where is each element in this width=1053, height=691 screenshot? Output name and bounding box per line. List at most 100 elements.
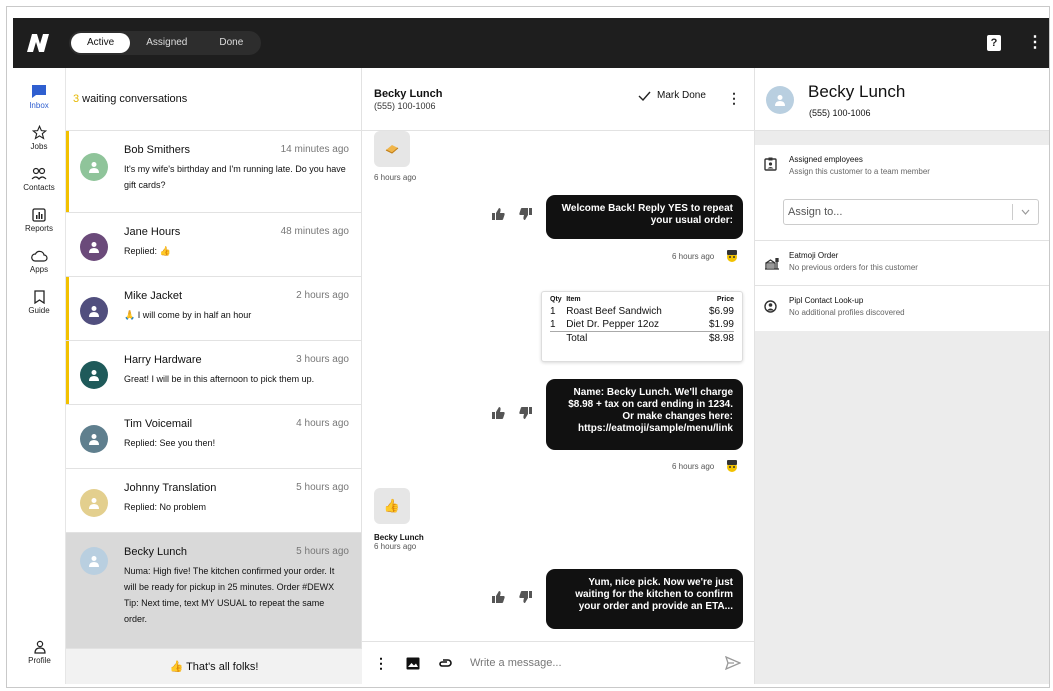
tab-assigned[interactable]: Assigned: [130, 33, 203, 53]
list-item[interactable]: Tim Voicemail 4 hours ago Replied: See yo…: [66, 405, 361, 469]
send-icon[interactable]: [725, 656, 741, 670]
thumbs-down-icon[interactable]: [519, 591, 532, 603]
waiting-summary: 3 waiting conversations: [66, 68, 361, 131]
attachment-icon[interactable]: [438, 658, 452, 668]
contact-name: Tim Voicemail: [124, 418, 193, 430]
nav-label: Reports: [24, 223, 53, 233]
avatar: [80, 233, 108, 261]
message-time: 6 hours ago: [374, 173, 417, 182]
chat-icon: [31, 84, 47, 100]
timestamp: 48 minutes ago: [280, 226, 349, 237]
thumbs-up-icon[interactable]: [492, 208, 505, 220]
avatar: [766, 86, 794, 114]
timestamp: 5 hours ago: [296, 482, 349, 493]
details-header: Becky Lunch (555) 100-1006: [755, 68, 1049, 131]
star-icon: [31, 125, 47, 141]
person-icon: [89, 306, 99, 317]
top-bar: Active Assigned Done ? ⋮: [13, 18, 1049, 68]
section-subtitle: No previous orders for this customer: [789, 263, 918, 272]
receipt-total-value: $8.98: [699, 331, 734, 345]
bot-avatar-icon: [727, 460, 737, 472]
person-icon: [89, 498, 99, 509]
image-icon[interactable]: [406, 657, 420, 670]
nav-item-apps[interactable]: Apps: [13, 240, 65, 281]
avatar: [80, 489, 108, 517]
outgoing-message: Name: Becky Lunch. We'll charge $8.98 + …: [546, 379, 743, 450]
bookmark-icon: [33, 289, 45, 305]
contact-name: Bob Smithers: [124, 144, 191, 156]
nav-label: Apps: [29, 264, 49, 274]
contact-details-panel: Becky Lunch (555) 100-1006 Assigned empl…: [755, 68, 1049, 684]
list-item[interactable]: Harry Hardware 3 hours ago Great! I will …: [66, 341, 361, 405]
person-icon: [89, 162, 99, 173]
receipt-header-price: Price: [716, 296, 734, 303]
message-preview: Replied: See you then!: [124, 438, 216, 448]
nav-item-jobs[interactable]: Jobs: [13, 117, 65, 158]
eatmoji-order-section: Eatmoji Order No previous orders for thi…: [755, 241, 1049, 286]
receipt-header-qty: Qty: [550, 296, 562, 303]
left-nav: Inbox Jobs Contacts Reports Apps Guide P…: [13, 68, 66, 684]
nav-item-guide[interactable]: Guide: [13, 281, 65, 322]
receipt-item: Roast Beef Sandwich: [566, 306, 662, 317]
nav-label: Inbox: [29, 100, 49, 110]
status-tabs: Active Assigned Done: [69, 31, 262, 55]
composer-menu-icon[interactable]: ⋮: [374, 655, 388, 672]
timestamp: 3 hours ago: [296, 354, 349, 365]
nav-label: Contacts: [23, 182, 55, 192]
thumbs-down-icon[interactable]: [519, 407, 532, 419]
nav-item-profile[interactable]: Profile: [13, 631, 66, 672]
help-icon[interactable]: ?: [987, 35, 1001, 51]
mark-done-button[interactable]: Mark Done: [638, 90, 706, 101]
section-subtitle: No additional profiles discovered: [789, 308, 905, 317]
conversation-list: 3 waiting conversations Bob Smithers 14 m…: [66, 68, 362, 684]
reactions: [492, 208, 532, 220]
receipt-qty: 1: [550, 319, 556, 330]
logo-icon: [27, 34, 49, 52]
tab-active[interactable]: Active: [71, 33, 131, 53]
message-preview: Great! I will be in this afternoon to pi…: [124, 374, 315, 384]
timestamp: 14 minutes ago: [280, 144, 349, 155]
chat-menu-icon[interactable]: ⋮: [727, 90, 741, 107]
badge-icon: [764, 157, 777, 171]
waiting-count: 3: [73, 93, 80, 105]
contact-name: Harry Hardware: [124, 354, 202, 366]
message-preview: Replied: 👍: [124, 246, 171, 256]
message-preview: Numa: High five! The kitchen confirmed y…: [124, 566, 335, 624]
nav-item-inbox[interactable]: Inbox: [13, 76, 65, 117]
list-item[interactable]: Jane Hours 48 minutes ago Replied: 👍: [66, 213, 361, 277]
list-item[interactable]: Bob Smithers 14 minutes ago It's my wife'…: [66, 131, 361, 213]
avatar: [80, 153, 108, 181]
message-thread: 6 hours ago Welcome Back! Reply YES to r…: [362, 131, 755, 641]
nav-item-reports[interactable]: Reports: [13, 199, 65, 240]
tab-done[interactable]: Done: [203, 33, 259, 53]
thumbs-up-icon[interactable]: [492, 591, 505, 603]
kebab-icon[interactable]: ⋮: [1027, 35, 1043, 51]
check-icon: [638, 91, 651, 101]
thumbs-down-icon[interactable]: [519, 208, 532, 220]
list-item[interactable]: Johnny Translation 5 hours ago Replied: N…: [66, 469, 361, 533]
waiting-label: waiting conversations: [82, 93, 188, 105]
contact-name: Becky Lunch: [124, 546, 187, 558]
nav-label: Guide: [28, 305, 50, 315]
thumbs-up-icon[interactable]: [492, 407, 505, 419]
assign-to-select[interactable]: Assign to...: [783, 199, 1039, 225]
message-time: 6 hours ago: [374, 542, 417, 551]
assigned-employees-section: Assigned employees Assign this customer …: [755, 145, 1049, 241]
nav-label: Jobs: [30, 141, 48, 151]
receipt-price: $6.99: [708, 306, 734, 317]
section-title: Assigned employees: [789, 155, 863, 164]
timestamp: 4 hours ago: [296, 418, 349, 429]
details-contact-phone: (555) 100-1006: [809, 108, 871, 118]
message-input[interactable]: Write a message...: [470, 657, 562, 669]
mark-done-label: Mark Done: [657, 90, 706, 101]
reactions: [492, 591, 532, 603]
person-icon: [89, 434, 99, 445]
nav-item-contacts[interactable]: Contacts: [13, 158, 65, 199]
outgoing-message: Welcome Back! Reply YES to repeat your u…: [546, 195, 743, 239]
section-subtitle: Assign this customer to a team member: [789, 167, 930, 176]
list-item[interactable]: Mike Jacket 2 hours ago 🙏 I will come by …: [66, 277, 361, 341]
person-icon: [89, 556, 99, 567]
list-item-selected[interactable]: Becky Lunch 5 hours ago Numa: High five! …: [66, 533, 361, 649]
receipt-header-item: Item: [566, 296, 581, 303]
receipt-qty: 1: [550, 306, 556, 317]
